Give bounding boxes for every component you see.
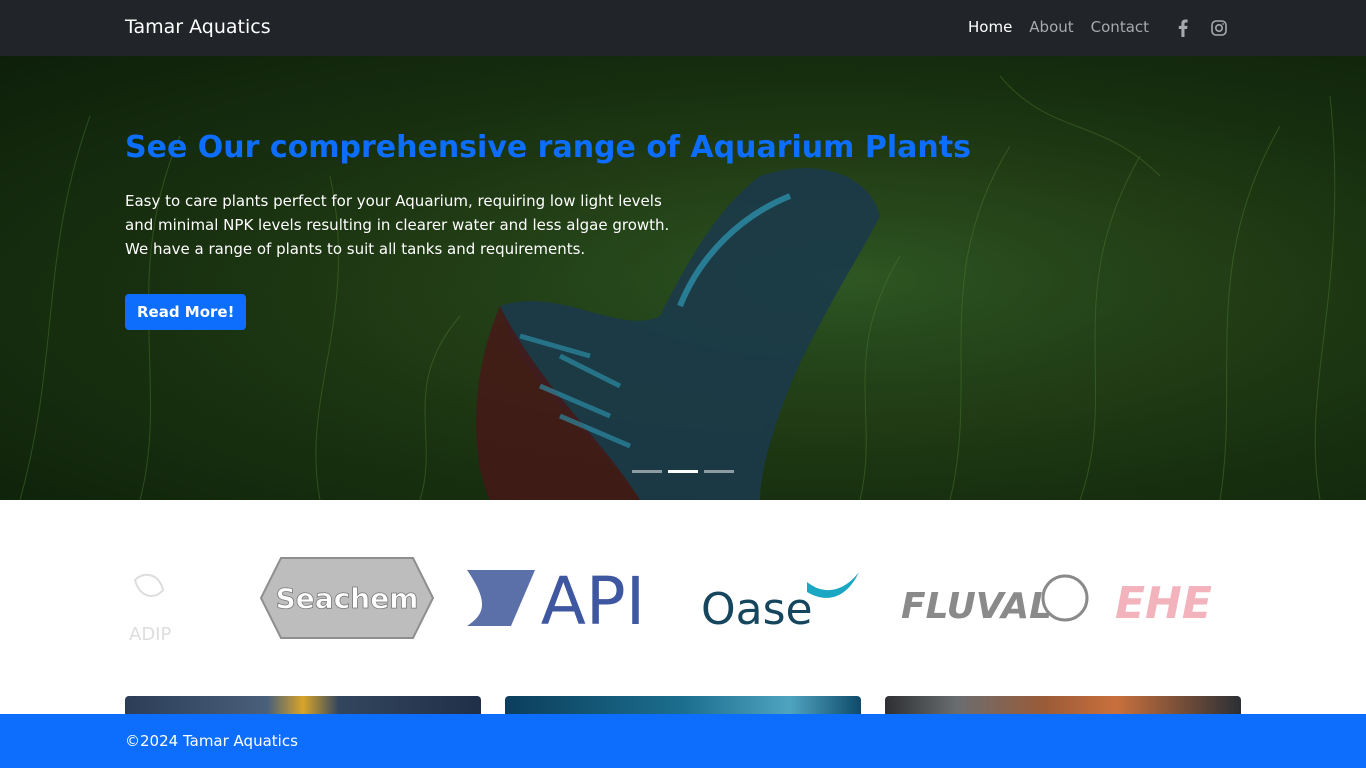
hero-carousel: See Our comprehensive range of Aquarium … bbox=[0, 56, 1366, 500]
api-logo-text: API bbox=[541, 563, 645, 638]
carousel-indicator-1[interactable] bbox=[632, 470, 662, 473]
oase-logo-text: Oase bbox=[701, 584, 813, 634]
instagram-icon[interactable] bbox=[1210, 17, 1228, 39]
carousel-indicators bbox=[632, 470, 734, 473]
carousel-indicator-2[interactable] bbox=[668, 470, 698, 473]
nav-links: Home About Contact bbox=[968, 18, 1149, 36]
brand-logo-seachem: Seachem bbox=[257, 550, 437, 646]
brand-logo-eheim: EHE bbox=[1113, 570, 1241, 630]
facebook-icon[interactable] bbox=[1174, 17, 1192, 39]
brand-logo-strip: ADIP Seachem API Oase FLUVAL EHE bbox=[125, 540, 1241, 660]
brand-logo-api: API bbox=[465, 558, 665, 638]
carousel-indicator-3[interactable] bbox=[704, 470, 734, 473]
hero-title: See Our comprehensive range of Aquarium … bbox=[125, 130, 971, 165]
social-links bbox=[1174, 17, 1228, 39]
nav-contact[interactable]: Contact bbox=[1091, 18, 1149, 36]
navbar: Tamar Aquatics Home About Contact bbox=[0, 0, 1366, 56]
eheim-logo-text: EHE bbox=[1115, 578, 1212, 629]
brand-logo-adip: ADIP bbox=[125, 550, 185, 650]
adip-logo-text: ADIP bbox=[129, 624, 171, 645]
read-more-button[interactable]: Read More! bbox=[125, 294, 247, 330]
footer: ©2024 Tamar Aquatics bbox=[0, 714, 1366, 768]
brand-link[interactable]: Tamar Aquatics bbox=[125, 16, 271, 38]
footer-copyright: ©2024 Tamar Aquatics bbox=[125, 732, 298, 750]
nav-home[interactable]: Home bbox=[968, 18, 1012, 36]
nav-about[interactable]: About bbox=[1029, 18, 1073, 36]
hero-background-image bbox=[0, 56, 1366, 500]
brand-logo-oase: Oase bbox=[697, 568, 867, 634]
brand-logo-fluval: FLUVAL bbox=[901, 570, 1091, 630]
hero-description: Easy to care plants perfect for your Aqu… bbox=[125, 192, 670, 258]
seachem-logo-text: Seachem bbox=[276, 582, 419, 615]
fluval-logo-text: FLUVAL bbox=[901, 586, 1052, 627]
